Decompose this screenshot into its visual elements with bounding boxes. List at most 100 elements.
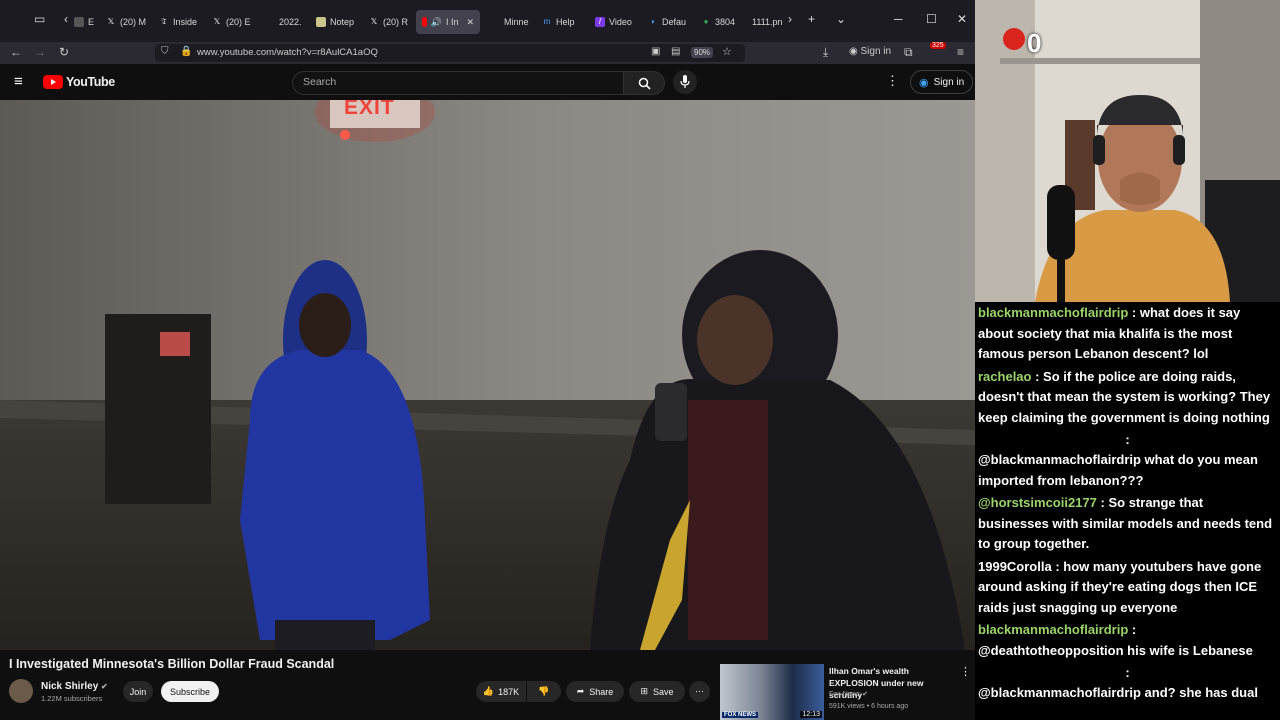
lock-icon[interactable]: 🔒 (180, 46, 192, 57)
youtube-sign-in-button[interactable]: ◉ Sign in (910, 70, 974, 94)
video-player[interactable]: EXIT (0, 100, 975, 650)
nyt-icon: 𝔗 (161, 17, 167, 26)
recommended-channel-name: Fox News (829, 691, 861, 698)
browser-tab-active[interactable]: 🔊 I In ✕ (416, 10, 480, 34)
youtube-header: ≡ YouTube Search ⋮ ◉ Sign in (0, 64, 975, 100)
browser-tab[interactable]: E (74, 10, 94, 34)
channel-name-text: Nick Shirley (41, 681, 99, 692)
browser-tab[interactable]: / Video (595, 10, 632, 34)
chat-message: @horstsimcoii2177 : So strange that busi… (975, 493, 1280, 555)
share-button[interactable]: ➦ Share (566, 681, 624, 702)
browser-tab[interactable]: 1111.pn (752, 10, 783, 34)
chat-text: @blackmanmachoflairdrip and? she has dua… (978, 685, 1258, 700)
share-label: Share (589, 686, 614, 697)
browser-tab[interactable]: m Help (542, 10, 575, 34)
recommended-more-icon[interactable]: ⋮ (960, 665, 971, 678)
thumbs-up-icon: 👍 (482, 686, 495, 696)
dislike-button[interactable]: 👎 (527, 681, 561, 702)
video-title: I Investigated Minnesota's Billion Dolla… (9, 657, 335, 671)
youtube-logo[interactable]: YouTube (43, 75, 115, 89)
scroll-tabs-left-icon[interactable]: ‹ (64, 12, 68, 26)
url-text[interactable]: www.youtube.com/watch?v=r8AulCA1aOQ (197, 47, 378, 58)
reload-icon[interactable]: ↻ (59, 45, 69, 59)
fox-news-thumb-badge: FOX NEWS (722, 712, 759, 718)
chat-username: @horstsimcoii2177 (978, 495, 1097, 510)
verified-icon: ✔ (862, 691, 868, 698)
tab-overview-icon[interactable]: ▭ (34, 12, 45, 26)
close-tab-icon[interactable]: ✕ (466, 17, 474, 28)
browser-tab-bar: ▭ ‹ E 𝕏 (20) M 𝔗 Inside 𝕏 (20) E 2022. Note… (0, 0, 975, 42)
chat-username: blackmanmachoflairdrip (978, 622, 1129, 637)
like-count: 187K (498, 686, 520, 697)
more-horizontal-icon: ⋯ (695, 686, 704, 696)
webcam-overlay: 0 (975, 0, 1280, 302)
chat-text: @blackmanmachoflairdrip what do you mean… (978, 452, 1258, 488)
browser-tab[interactable]: 𝕏 (20) M (106, 10, 146, 34)
video-duration: 12:13 (800, 711, 822, 718)
speaker-icon[interactable]: 🔊 (431, 17, 442, 28)
forward-icon[interactable]: → (34, 45, 46, 59)
browser-tab[interactable]: 𝕏 (20) R (369, 10, 408, 34)
downloads-icon[interactable]: ⤓ (823, 45, 828, 60)
map-icon: ● (703, 17, 709, 26)
channel-avatar[interactable] (9, 679, 33, 703)
minimize-icon[interactable]: ─ (894, 12, 903, 26)
zoom-level[interactable]: 90% (691, 47, 714, 58)
exit-sign-text: EXIT (344, 100, 395, 119)
more-options-icon[interactable]: ⋮ (886, 73, 899, 89)
youtube-icon (422, 17, 427, 27)
more-actions-button[interactable]: ⋯ (689, 681, 710, 702)
join-label: Join (129, 686, 147, 697)
maximize-icon[interactable]: ☐ (926, 12, 937, 26)
youtube-sign-in-label: Sign in (933, 76, 965, 88)
like-button[interactable]: 👍 187K (476, 681, 526, 702)
subscribe-label: Subscribe (169, 686, 211, 697)
list-tabs-icon[interactable]: ⌄ (836, 12, 846, 26)
subscribe-button[interactable]: Subscribe (161, 681, 219, 702)
channel-name[interactable]: Nick Shirley ✔ (41, 681, 108, 692)
close-window-icon[interactable]: ✕ (957, 12, 967, 26)
extension-badge-count: 325 (930, 42, 946, 49)
chat-message: @deathtotheopposition his wife is Lebane… (975, 641, 1280, 662)
scroll-tabs-right-icon[interactable]: › (788, 12, 792, 26)
chat-separator: : (1125, 432, 1130, 447)
picture-in-picture-icon[interactable]: ▣ (651, 46, 660, 57)
chat-message: rachelao : So if the police are doing ra… (975, 367, 1280, 429)
browser-tab[interactable]: Notep (316, 10, 354, 34)
browser-tab[interactable]: 𝕏 (20) E (212, 10, 251, 34)
extensions-icon[interactable]: ⧉ (904, 45, 913, 60)
browser-tab[interactable]: 2022. (265, 10, 302, 34)
x-icon: 𝕏 (107, 17, 115, 26)
shield-icon[interactable]: ⛉ (161, 46, 169, 57)
search-icon (638, 77, 651, 90)
new-tab-icon[interactable]: + (808, 12, 815, 26)
recommended-thumbnail[interactable]: FOX NEWS 12:13 (720, 664, 824, 720)
reader-view-icon[interactable]: ▤ (671, 46, 680, 57)
search-input[interactable]: Search (292, 71, 624, 95)
chat-message: blackmanmachoflairdrip : what does it sa… (975, 303, 1280, 365)
save-button[interactable]: ⊞ Save (629, 681, 685, 702)
account-sign-in-button[interactable]: ◉ Sign in (849, 46, 891, 57)
browser-tab[interactable]: 𝔗 Inside (159, 10, 197, 34)
voice-search-button[interactable] (673, 70, 697, 94)
back-icon[interactable]: ← (10, 45, 22, 59)
browser-tab[interactable]: ● 3804 (701, 10, 735, 34)
chat-message: @blackmanmachoflairdrip and? she has dua… (975, 683, 1280, 704)
join-button[interactable]: Join (123, 681, 153, 702)
bookmark-star-icon[interactable]: ☆ (722, 45, 732, 58)
recommended-meta: 591K views • 6 hours ago (829, 703, 909, 710)
youtube-play-logo-icon (43, 75, 63, 89)
url-bar[interactable]: ⛉ 🔒 www.youtube.com/watch?v=r8AulCA1aOQ … (155, 44, 745, 62)
search-button[interactable] (623, 71, 665, 95)
thumbs-down-icon: 👎 (538, 686, 550, 696)
x-icon: 𝕏 (370, 17, 378, 26)
page-icon: ◗ (650, 17, 656, 26)
hamburger-menu-icon[interactable]: ≡ (14, 73, 23, 90)
browser-tab[interactable]: Minne (504, 10, 529, 34)
chat-username: blackmanmachoflairdrip (978, 305, 1129, 320)
browser-tab[interactable]: ◗ Defau (648, 10, 686, 34)
extension-badge[interactable]: 325 (930, 42, 946, 49)
page-icon (74, 17, 84, 27)
save-icon: ⊞ (640, 686, 649, 696)
menu-icon[interactable]: ≡ (957, 45, 964, 59)
